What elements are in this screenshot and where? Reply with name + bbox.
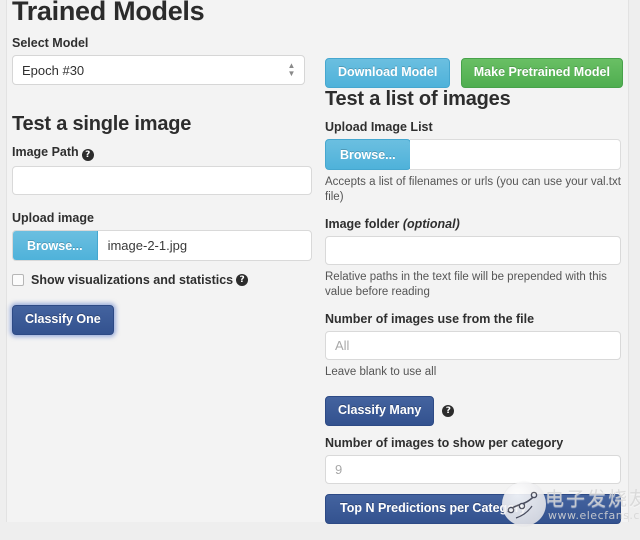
- upload-image-label: Upload image: [12, 211, 94, 225]
- num-images-per-category-label: Number of images to show per category: [325, 436, 564, 450]
- image-path-label: Image Path?: [12, 145, 312, 161]
- upload-image-file-input[interactable]: Browse... image-2-1.jpg: [12, 230, 312, 261]
- right-column: Test a list of images Upload Image List …: [325, 36, 621, 524]
- test-list-of-images-heading: Test a list of images: [325, 88, 511, 110]
- image-path-input[interactable]: [12, 166, 312, 195]
- image-folder-optional-text: (optional): [402, 217, 460, 231]
- page-title: Trained Models: [12, 0, 205, 26]
- browse-image-list-button[interactable]: Browse...: [325, 139, 411, 170]
- num-images-per-category-input[interactable]: [325, 455, 621, 484]
- classify-many-row: Classify Many ?: [325, 396, 621, 426]
- image-folder-label: Image folder (optional): [325, 217, 621, 231]
- uploaded-file-name: image-2-1.jpg: [107, 238, 188, 253]
- show-visualizations-checkbox[interactable]: [12, 274, 24, 286]
- upload-image-list-label: Upload Image List: [325, 120, 433, 134]
- show-visualizations-row[interactable]: Show visualizations and statistics ?: [12, 273, 312, 287]
- browse-image-button[interactable]: Browse...: [13, 231, 98, 260]
- classify-many-button[interactable]: Classify Many: [325, 396, 435, 426]
- num-images-from-file-label: Number of images use from the file: [325, 312, 535, 326]
- image-folder-input[interactable]: [325, 236, 621, 265]
- num-images-from-file-help: Leave blank to use all: [325, 366, 437, 378]
- image-list-file-name: [409, 139, 621, 170]
- num-images-from-file-input[interactable]: [325, 331, 621, 360]
- upload-image-list-help: Accepts a list of filenames or urls (you…: [325, 176, 621, 203]
- upload-image-list-file-input[interactable]: Browse...: [325, 139, 621, 170]
- top-n-predictions-button[interactable]: Top N Predictions per Category: [325, 494, 621, 524]
- show-visualizations-label: Show visualizations and statistics: [31, 273, 234, 287]
- help-icon[interactable]: ?: [236, 274, 249, 286]
- classify-one-button[interactable]: Classify One: [12, 305, 114, 335]
- image-folder-label-text: Image folder: [325, 217, 400, 231]
- select-model-label: Select Model: [12, 36, 89, 50]
- image-path-label-text: Image Path: [12, 145, 79, 159]
- help-icon[interactable]: ?: [442, 405, 455, 417]
- test-single-image-heading: Test a single image: [12, 113, 192, 135]
- left-column: Select Model Epoch #30 ▲ ▼ Test a single…: [12, 36, 312, 335]
- app-root: Trained Models Download Model Make Pretr…: [0, 0, 640, 540]
- select-model-wrap: Epoch #30 ▲ ▼: [12, 55, 305, 85]
- select-model-dropdown[interactable]: Epoch #30: [12, 55, 305, 85]
- image-folder-help: Relative paths in the text file will be …: [325, 271, 607, 298]
- help-icon[interactable]: ?: [81, 149, 94, 161]
